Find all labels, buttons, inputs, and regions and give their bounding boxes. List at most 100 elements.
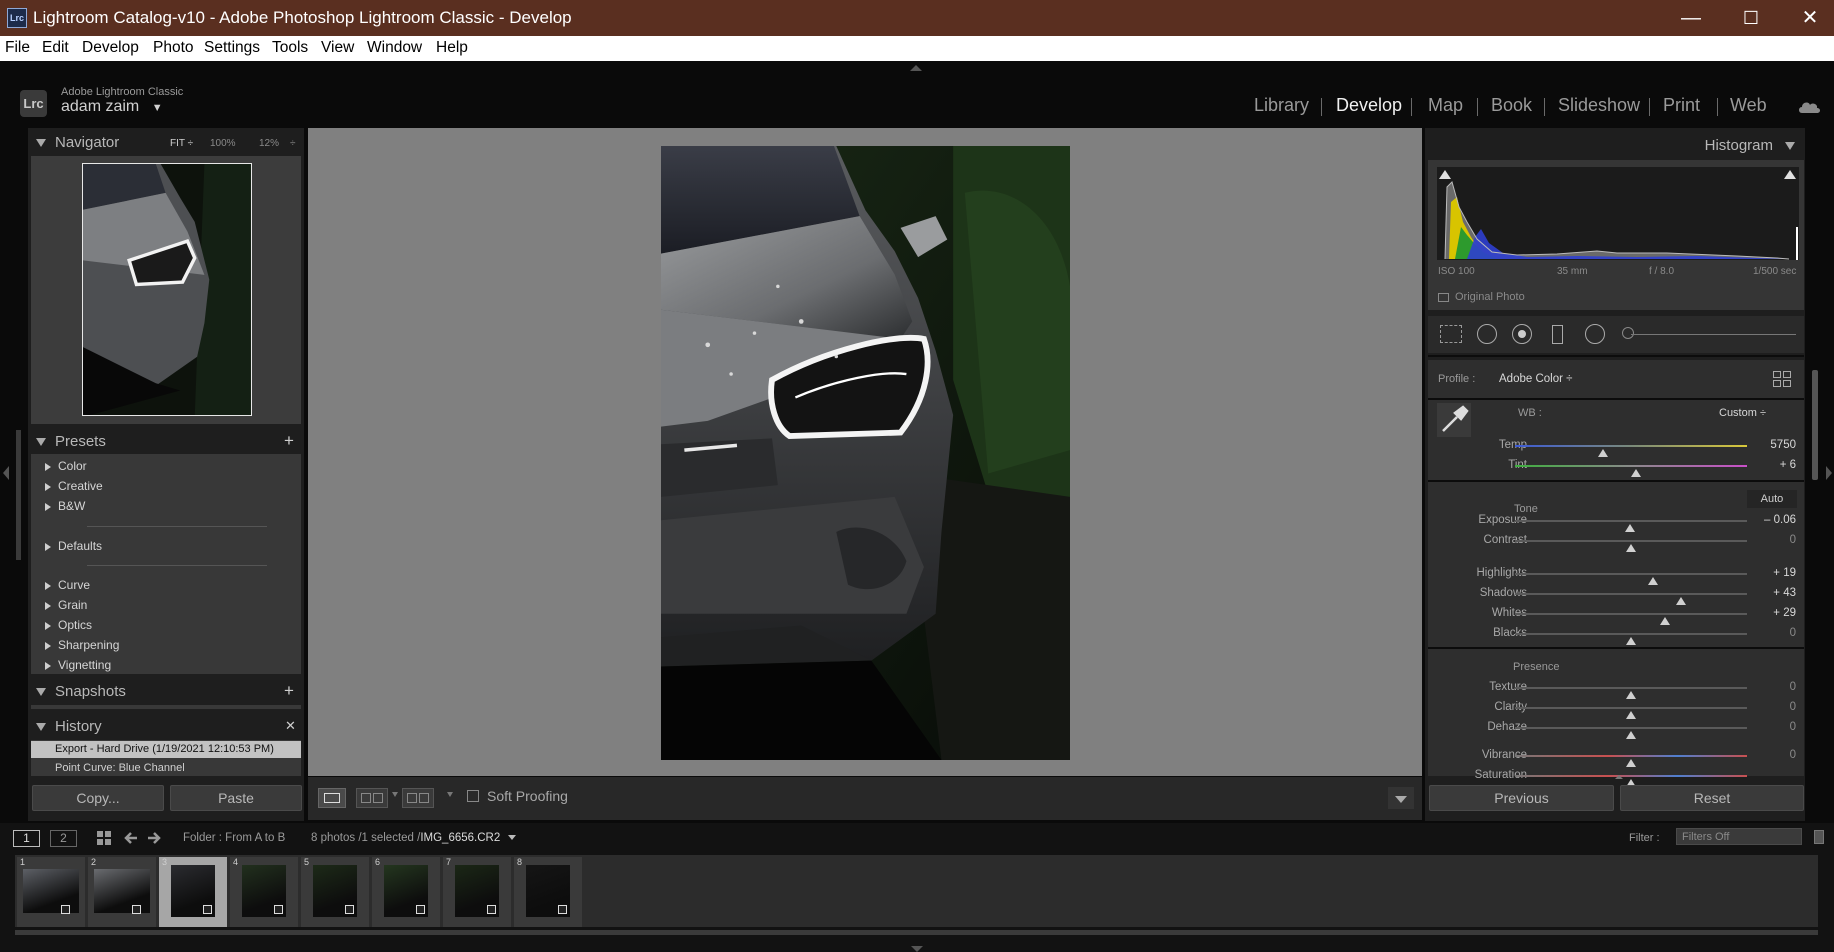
slider-thumb[interactable] — [1659, 617, 1670, 625]
module-book[interactable]: Book — [1491, 95, 1532, 116]
histogram-collapse-icon[interactable] — [1785, 142, 1795, 150]
slider-thumb[interactable] — [1648, 577, 1659, 585]
preset-group[interactable]: Grain — [45, 598, 87, 612]
slider-value[interactable]: + 29 — [1756, 607, 1796, 619]
cloud-icon[interactable] — [1797, 98, 1821, 114]
slider-value[interactable]: + 19 — [1756, 567, 1796, 579]
menu-view[interactable]: View — [321, 39, 354, 57]
red-eye-icon[interactable] — [1512, 324, 1532, 344]
before-after-top-bottom-icon[interactable] — [402, 788, 434, 808]
slider-track[interactable] — [1515, 613, 1747, 625]
clear-history-button[interactable]: ✕ — [285, 718, 296, 734]
slider-track[interactable] — [1515, 540, 1747, 552]
identity-user[interactable]: adam zaim ▼ — [61, 98, 163, 116]
slider-thumb[interactable] — [1626, 759, 1636, 767]
wb-eyedropper-icon[interactable] — [1437, 403, 1471, 437]
profile-dropdown[interactable]: Adobe Color ÷ — [1499, 373, 1572, 385]
zoom-100[interactable]: 100% — [210, 138, 236, 149]
slider-thumb[interactable] — [1598, 449, 1609, 457]
close-button[interactable]: ✕ — [1780, 0, 1834, 36]
presets-collapse-icon[interactable] — [36, 438, 46, 446]
top-panel-toggle-icon[interactable] — [910, 65, 922, 71]
minimize-button[interactable]: — — [1661, 0, 1721, 36]
slider-thumb[interactable] — [1630, 469, 1641, 477]
preset-group[interactable]: Creative — [45, 479, 103, 493]
module-slideshow[interactable]: Slideshow — [1558, 95, 1640, 116]
history-item[interactable]: Export - Hard Drive (1/19/2021 12:10:53 … — [31, 741, 301, 758]
module-print[interactable]: Print — [1663, 95, 1700, 116]
history-header[interactable]: History ✕ — [34, 716, 302, 738]
right-panel-toggle-icon[interactable] — [1826, 466, 1832, 480]
wb-dropdown[interactable]: Custom ÷ — [1719, 407, 1766, 419]
navigator-preview[interactable] — [82, 163, 252, 416]
filmstrip-thumbnail[interactable]: 7 — [443, 857, 511, 927]
slider-value[interactable]: 5750 — [1756, 439, 1796, 451]
selected-filename[interactable]: IMG_6656.CR2 — [420, 832, 500, 844]
copy-settings-button[interactable]: Copy... — [32, 785, 164, 811]
preset-group[interactable]: Color — [45, 459, 87, 473]
slider-thumb[interactable] — [1626, 731, 1636, 739]
slider-thumb[interactable] — [1626, 691, 1636, 699]
filmstrip-thumbnail[interactable]: 2 — [88, 857, 156, 927]
module-map[interactable]: Map — [1428, 95, 1463, 116]
slider-value[interactable]: 0 — [1756, 627, 1796, 639]
reset-button[interactable]: Reset — [1620, 785, 1804, 811]
grid-view-icon[interactable] — [97, 831, 113, 846]
slider-track[interactable] — [1515, 775, 1747, 787]
zoom-arrows-icon[interactable]: ÷ — [290, 138, 296, 149]
zoom-fit[interactable]: FIT ÷ — [170, 138, 193, 149]
slider-value[interactable]: 0 — [1756, 534, 1796, 546]
slider-value[interactable]: 0 — [1756, 749, 1796, 761]
filmstrip-thumbnail[interactable]: 8 — [514, 857, 582, 927]
slider-thumb[interactable] — [1626, 544, 1636, 552]
preset-group[interactable]: Curve — [45, 578, 90, 592]
history-item[interactable]: Point Curve: Blue Channel — [31, 760, 301, 776]
menu-edit[interactable]: Edit — [42, 39, 69, 57]
crop-tool-icon[interactable] — [1440, 325, 1462, 343]
zoom-12[interactable]: 12% — [259, 138, 279, 149]
preset-group[interactable]: Vignetting — [45, 658, 111, 672]
slider-track[interactable] — [1515, 520, 1747, 532]
auto-tone-button[interactable]: Auto — [1747, 490, 1797, 508]
loupe-view-button[interactable] — [318, 788, 346, 808]
primary-window-button[interactable]: 1 — [13, 830, 40, 847]
slider-value[interactable]: 0 — [1756, 681, 1796, 693]
filter-lock-icon[interactable] — [1814, 830, 1824, 844]
left-panel-toggle-icon[interactable] — [3, 466, 9, 480]
add-snapshot-button[interactable]: + — [284, 681, 294, 701]
preset-group[interactable]: Sharpening — [45, 638, 119, 652]
forward-arrow-icon[interactable] — [146, 830, 162, 846]
slider-track[interactable] — [1515, 573, 1747, 585]
navigator-collapse-icon[interactable] — [36, 139, 46, 147]
menu-file[interactable]: File — [5, 39, 30, 57]
slider-thumb[interactable] — [1626, 711, 1636, 719]
filename-dropdown-icon[interactable] — [508, 835, 517, 841]
left-panel-scrollbar[interactable] — [16, 430, 21, 560]
slider-track[interactable] — [1515, 687, 1747, 699]
menu-tools[interactable]: Tools — [272, 39, 308, 57]
menu-help[interactable]: Help — [436, 39, 468, 57]
snapshots-header[interactable]: Snapshots + — [34, 681, 302, 703]
slider-track[interactable] — [1515, 707, 1747, 719]
slider-track[interactable] — [1515, 445, 1747, 457]
bottom-panel-toggle-icon[interactable] — [911, 946, 923, 952]
module-web[interactable]: Web — [1730, 95, 1767, 116]
module-develop[interactable]: Develop — [1336, 95, 1402, 116]
brush-tool-icon[interactable] — [1622, 327, 1634, 339]
snapshots-collapse-icon[interactable] — [36, 688, 46, 696]
before-after-menu-icon[interactable] — [447, 792, 453, 797]
main-photo[interactable] — [661, 146, 1070, 760]
back-arrow-icon[interactable] — [123, 830, 139, 846]
radial-filter-icon[interactable] — [1585, 324, 1605, 344]
filmstrip-thumbnail[interactable]: 6 — [372, 857, 440, 927]
shadow-clipping-icon[interactable] — [1439, 170, 1451, 179]
menu-develop[interactable]: Develop — [82, 39, 139, 57]
filmstrip-thumbnail[interactable]: 3 — [159, 857, 227, 927]
navigator-header[interactable]: Navigator FIT ÷ 100% 12% ÷ — [34, 132, 302, 154]
filmstrip-thumbnail[interactable]: 4 — [230, 857, 298, 927]
paste-settings-button[interactable]: Paste — [170, 785, 302, 811]
user-menu-arrow-icon[interactable]: ▼ — [152, 102, 163, 114]
preset-group[interactable]: Defaults — [45, 539, 102, 553]
slider-track[interactable] — [1515, 727, 1747, 739]
slider-track[interactable] — [1515, 633, 1747, 645]
